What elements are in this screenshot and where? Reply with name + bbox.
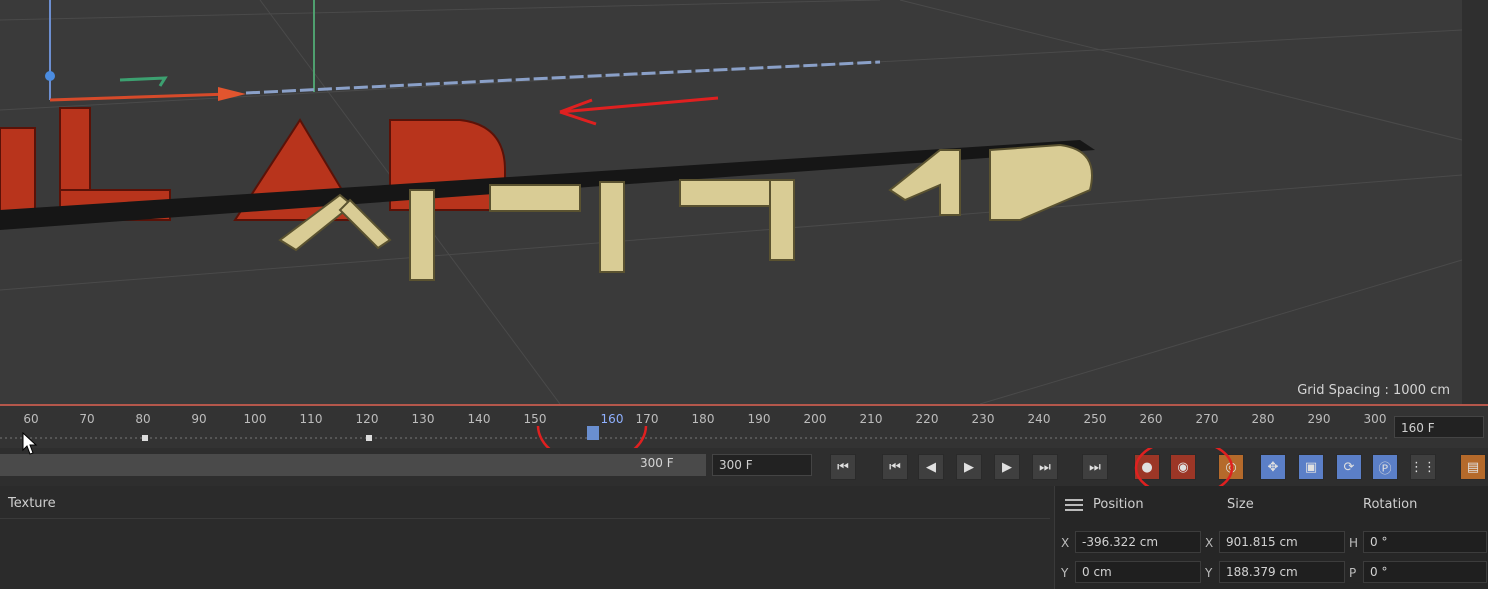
ruler-tick-280: 280 [1251, 412, 1275, 426]
ruler-tick-120: 120 [355, 412, 379, 426]
autokey-icon: ◉ [1177, 459, 1189, 475]
rot-h-label: H [1349, 536, 1359, 550]
max-frame-field[interactable]: 300 F [712, 454, 812, 476]
mouse-cursor-icon [22, 432, 38, 455]
record-scale-button[interactable]: ▣ [1298, 454, 1324, 480]
pos-x-label: X [1061, 536, 1070, 550]
texture-tab[interactable]: Texture [8, 496, 56, 511]
size-header: Size [1227, 497, 1254, 512]
ruler-tick-190: 190 [747, 412, 771, 426]
playhead [587, 426, 599, 440]
prev-key-button[interactable]: ⏮ [882, 454, 908, 480]
record-position-button[interactable]: ✥ [1260, 454, 1286, 480]
viewport-scrollbar[interactable] [1462, 0, 1488, 404]
ruler-tick-210: 210 [859, 412, 883, 426]
prev-frame-icon: ◀ [926, 459, 936, 475]
rot-h-field[interactable]: 0 ° [1363, 531, 1487, 553]
x-axis-arrow [218, 87, 246, 101]
pos-y-label: Y [1061, 566, 1069, 580]
ruler-tick-260: 260 [1139, 412, 1163, 426]
keyframe-marker [142, 435, 148, 441]
ruler-tick-80: 80 [135, 412, 151, 426]
move-icon: ✥ [1267, 459, 1279, 475]
coordinates-panel: Position Size Rotation X -396.322 cm X 9… [1054, 486, 1488, 589]
keyframe-marker [366, 435, 372, 441]
record-icon: ● [1141, 459, 1153, 475]
ruler-tick-220: 220 [915, 412, 939, 426]
bottom-panels: Texture Position Size Rotation X -396.32… [0, 486, 1488, 589]
size-x-label: X [1205, 536, 1214, 550]
rot-p-field[interactable]: 0 ° [1363, 561, 1487, 583]
ruler-tick-290: 290 [1307, 412, 1331, 426]
pos-x-field[interactable]: -396.322 cm [1075, 531, 1201, 553]
scale-icon: ▣ [1304, 459, 1318, 475]
ruler-tick-300: 300 [1363, 412, 1387, 426]
next-key-button[interactable]: ⏭ [1032, 454, 1058, 480]
go-to-start-button[interactable]: ⏮ [830, 454, 856, 480]
size-y-field[interactable]: 188.379 cm [1219, 561, 1345, 583]
ruler-tick-60: 60 [23, 412, 39, 426]
rotate-icon: ⟳ [1343, 459, 1355, 475]
ruler-tick-140: 140 [467, 412, 491, 426]
next-frame-icon: ▶ [1002, 459, 1012, 475]
ruler-tick-270: 270 [1195, 412, 1219, 426]
record-keys-button[interactable]: ● [1134, 454, 1160, 480]
size-x-field[interactable]: 901.815 cm [1219, 531, 1345, 553]
ruler-tick-230: 230 [971, 412, 995, 426]
grid-spacing-label: Grid Spacing : 1000 cm [1297, 383, 1450, 398]
ruler-tick-70: 70 [79, 412, 95, 426]
skip-end-icon: ⏭ [1089, 459, 1101, 475]
position-header: Position [1093, 497, 1144, 512]
next-key-icon: ⏭ [1039, 459, 1051, 475]
next-frame-button[interactable]: ▶ [994, 454, 1020, 480]
timeline-ruler[interactable]: 60 70 80 90 100 110 120 130 140 150 170 180 190 200 21… [0, 404, 1488, 456]
ruler-tick-110: 110 [299, 412, 323, 426]
ruler-tick-240: 240 [1027, 412, 1051, 426]
play-icon: ▶ [964, 459, 974, 475]
ruler-tick-250: 250 [1083, 412, 1107, 426]
current-frame-field[interactable]: 160 F [1394, 416, 1484, 438]
keyframe-selection-button[interactable]: ◎ [1218, 454, 1244, 480]
play-button[interactable]: ▶ [956, 454, 982, 480]
ruler-tick-150: 150 [523, 412, 547, 426]
preview-range-slider[interactable] [0, 454, 706, 476]
playback-controls: 300 F 300 F ⏮ ⏮ ◀ ▶ ▶ ⏭ ⏭ ● ◉ ◎ ✥ ▣ ⟳ Ⓟ … [0, 448, 1488, 486]
skip-start-icon: ⏮ [837, 459, 849, 475]
ruler-tick-180: 180 [691, 412, 715, 426]
ruler-tick-170: 170 [635, 412, 659, 426]
size-y-label: Y [1205, 566, 1213, 580]
axis-origin [45, 71, 55, 81]
grid-dots-icon: ⋮⋮ [1410, 459, 1436, 475]
autokey-button[interactable]: ◉ [1170, 454, 1196, 480]
record-pla-button[interactable]: ⋮⋮ [1410, 454, 1436, 480]
rot-p-label: P [1349, 566, 1357, 580]
green-gizmo [119, 76, 168, 87]
prev-key-icon: ⏮ [889, 459, 901, 475]
record-parameter-button[interactable]: Ⓟ [1372, 454, 1398, 480]
pos-y-field[interactable]: 0 cm [1075, 561, 1201, 583]
divider [0, 518, 1050, 519]
prev-frame-button[interactable]: ◀ [918, 454, 944, 480]
annotation-arrow [559, 96, 719, 126]
current-frame-label: 160 [600, 412, 624, 426]
go-to-end-button[interactable]: ⏭ [1082, 454, 1108, 480]
ruler-tick-130: 130 [411, 412, 435, 426]
record-rotation-button[interactable]: ⟳ [1336, 454, 1362, 480]
rotation-header: Rotation [1363, 497, 1418, 512]
parameter-icon: Ⓟ [1378, 461, 1392, 477]
range-end-label: 300 F [640, 456, 674, 470]
ruler-tick-90: 90 [191, 412, 207, 426]
film-icon: ▤ [1466, 459, 1480, 475]
ruler-tick-100: 100 [243, 412, 267, 426]
timeline-button[interactable]: ▤ [1460, 454, 1486, 480]
ruler-tick-200: 200 [803, 412, 827, 426]
key-selection-icon: ◎ [1225, 459, 1237, 475]
viewport-scene [0, 0, 1462, 404]
menu-icon[interactable] [1065, 499, 1083, 514]
3d-viewport[interactable]: Grid Spacing : 1000 cm [0, 0, 1462, 404]
